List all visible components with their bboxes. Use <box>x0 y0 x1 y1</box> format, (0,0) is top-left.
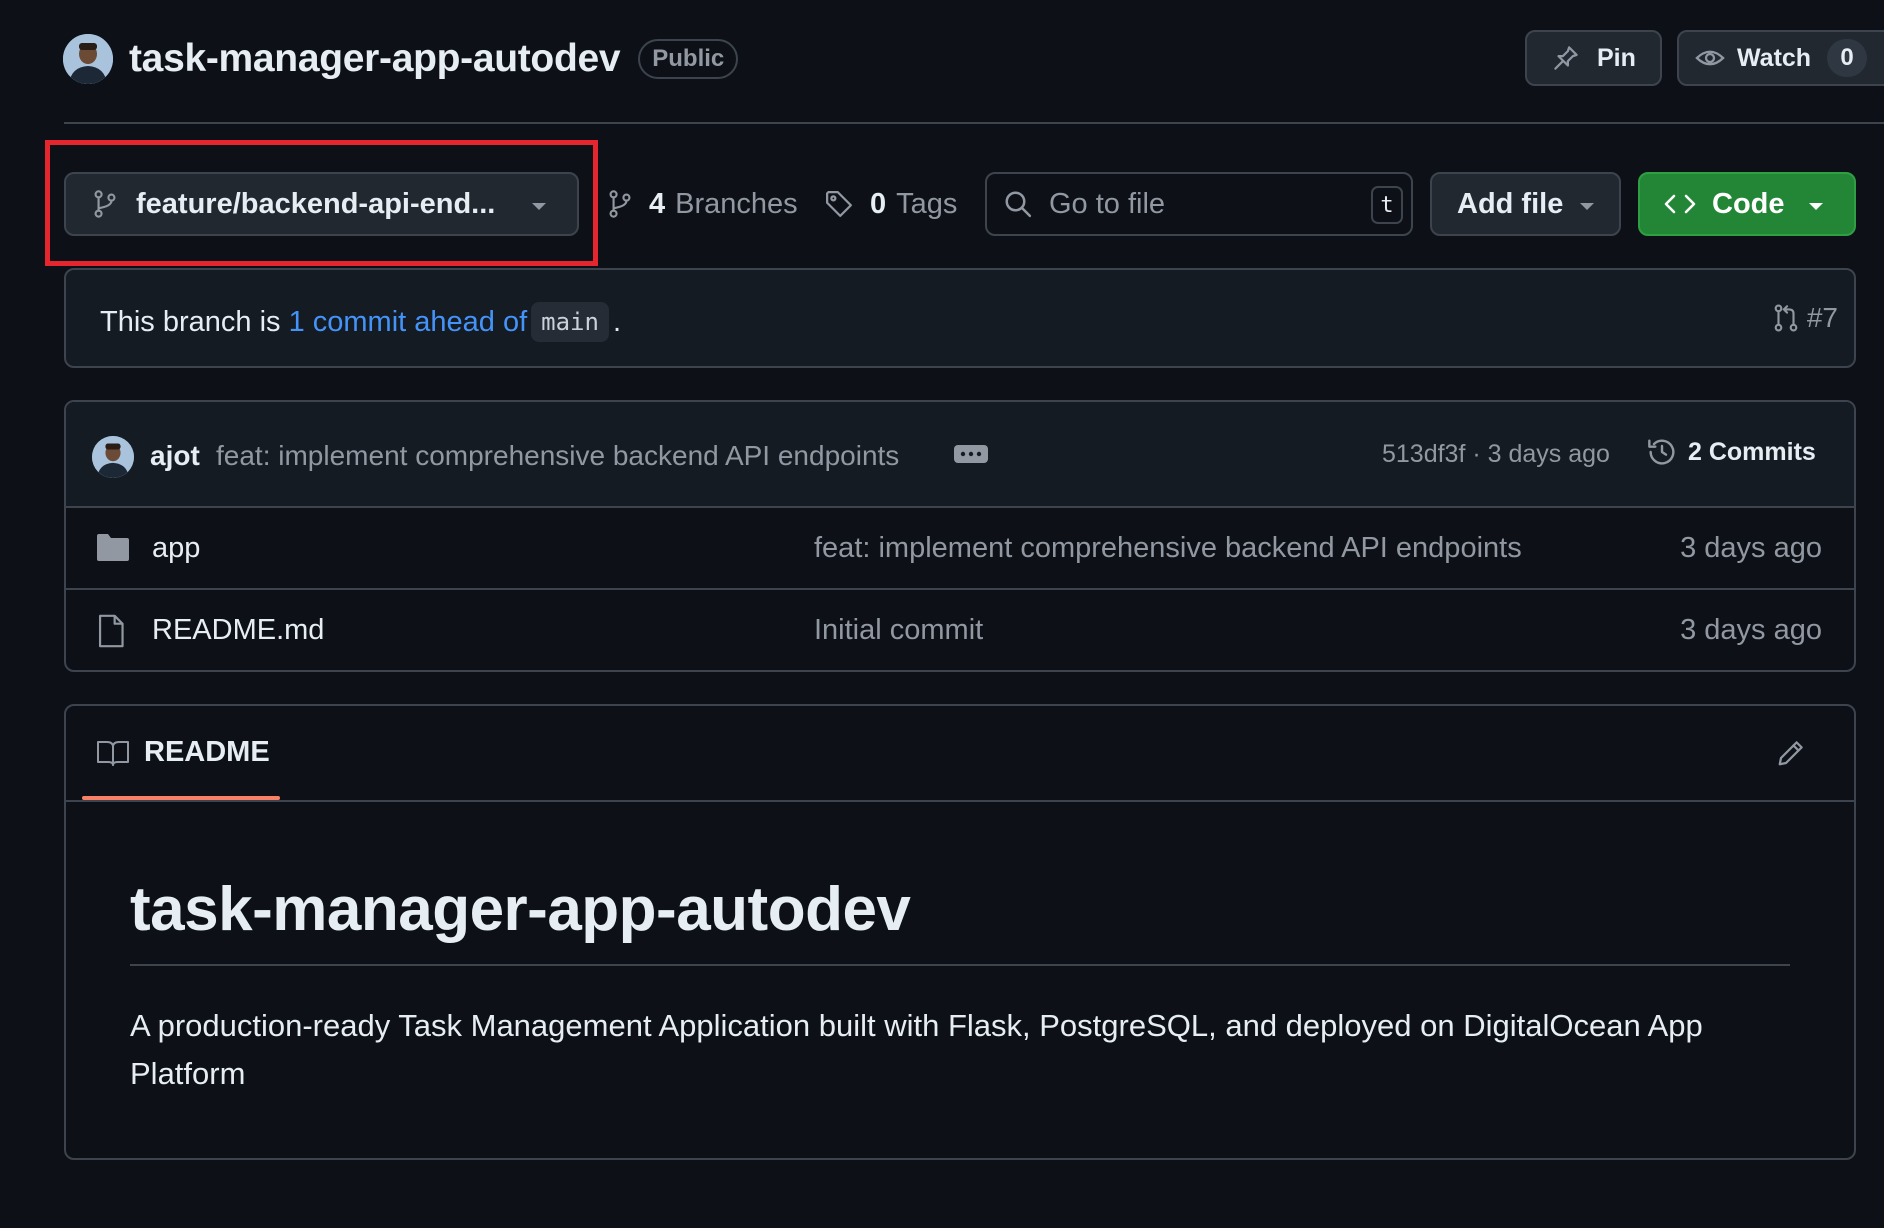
file-commit-date: 3 days ago <box>1680 614 1822 646</box>
pin-icon <box>1554 46 1578 70</box>
tab-readme[interactable]: README <box>96 736 270 769</box>
readme-panel: README task-manager-app-autodev A produc… <box>64 704 1856 1160</box>
chevron-down-icon <box>1809 203 1823 210</box>
add-file-button[interactable]: Add file <box>1430 172 1621 236</box>
git-branch-icon <box>94 190 116 218</box>
branch-selector[interactable]: feature/backend-api-end... <box>64 172 579 236</box>
file-icon <box>98 614 124 648</box>
owner-avatar[interactable] <box>63 34 113 84</box>
latest-commit-row: ajot feat: implement comprehensive backe… <box>66 402 1854 508</box>
author-avatar[interactable] <box>92 436 134 478</box>
file-name[interactable]: app <box>152 532 200 565</box>
file-row[interactable]: app feat: implement comprehensive backen… <box>66 508 1854 590</box>
file-name[interactable]: README.md <box>152 614 324 647</box>
ellipsis-icon[interactable] <box>954 444 988 464</box>
eye-icon <box>1695 50 1725 66</box>
tag-icon <box>826 191 852 217</box>
active-tab-underline <box>82 796 280 800</box>
ahead-suffix: . <box>612 305 622 338</box>
base-branch: main <box>531 302 609 342</box>
file-listing: ajot feat: implement comprehensive backe… <box>64 400 1856 672</box>
commit-sha-time[interactable]: 513df3f · 3 days ago <box>1382 440 1610 469</box>
watch-count: 0 <box>1827 39 1868 77</box>
chevron-down-icon <box>1580 203 1594 210</box>
commits-ahead-link[interactable]: 1 commit ahead of <box>289 306 528 339</box>
visibility-badge: Public <box>638 39 739 79</box>
pencil-icon[interactable] <box>1776 738 1806 768</box>
file-commit-message[interactable]: feat: implement comprehensive backend AP… <box>814 532 1522 565</box>
commits-history-link[interactable]: 2 Commits <box>1646 436 1816 468</box>
go-to-file-input[interactable]: Go to file t <box>985 172 1413 236</box>
book-icon <box>97 740 129 766</box>
watch-button[interactable]: Watch 0 <box>1677 30 1884 86</box>
file-row[interactable]: README.md Initial commit 3 days ago <box>66 590 1854 670</box>
commits-count-label: 2 Commits <box>1688 437 1816 466</box>
tags-count: 0 <box>870 187 887 220</box>
branches-count: 4 <box>649 187 666 220</box>
code-button[interactable]: Code <box>1638 172 1856 236</box>
readme-title-rule <box>130 964 1790 966</box>
history-icon <box>1648 439 1675 465</box>
watch-label: Watch <box>1737 43 1812 72</box>
pin-button[interactable]: Pin <box>1525 30 1662 86</box>
folder-icon <box>97 534 129 561</box>
header-divider <box>64 122 1884 124</box>
pull-request-icon <box>1774 304 1798 332</box>
search-icon <box>1005 191 1032 218</box>
branches-label: Branches <box>675 187 798 220</box>
code-icon <box>1664 194 1696 214</box>
ahead-prefix: This branch is <box>100 305 289 338</box>
commit-message[interactable]: feat: implement comprehensive backend AP… <box>216 440 899 472</box>
branch-ahead-banner: This branch is 1 commit ahead of main. #… <box>64 268 1856 368</box>
branch-name: feature/backend-api-end... <box>136 187 496 220</box>
ahead-text: This branch is 1 commit ahead of main. <box>100 302 621 342</box>
readme-description: A production-ready Task Management Appli… <box>130 1008 1703 1091</box>
add-file-label: Add file <box>1457 187 1564 220</box>
readme-tab-label: README <box>144 736 270 768</box>
pull-request-link[interactable]: #7 <box>1773 302 1838 334</box>
repo-name[interactable]: task-manager-app-autodev <box>129 37 621 81</box>
file-commit-message[interactable]: Initial commit <box>814 614 983 647</box>
tags-label: Tags <box>896 187 958 220</box>
readme-title: task-manager-app-autodev <box>130 875 911 944</box>
search-placeholder: Go to file <box>1049 187 1166 220</box>
chevron-down-icon <box>532 203 546 210</box>
code-label: Code <box>1712 187 1785 220</box>
git-branch-icon <box>609 190 631 218</box>
readme-tabbar: README <box>66 706 1854 802</box>
branches-link[interactable]: 4 Branches <box>607 184 798 224</box>
repo-header: task-manager-app-autodev Public <box>63 34 739 84</box>
file-commit-date: 3 days ago <box>1680 532 1822 564</box>
tags-link[interactable]: 0 Tags <box>824 184 957 224</box>
pin-label: Pin <box>1597 43 1636 72</box>
search-shortcut-key: t <box>1371 186 1403 224</box>
pr-number: #7 <box>1806 302 1838 333</box>
commit-author[interactable]: ajot <box>150 440 200 472</box>
